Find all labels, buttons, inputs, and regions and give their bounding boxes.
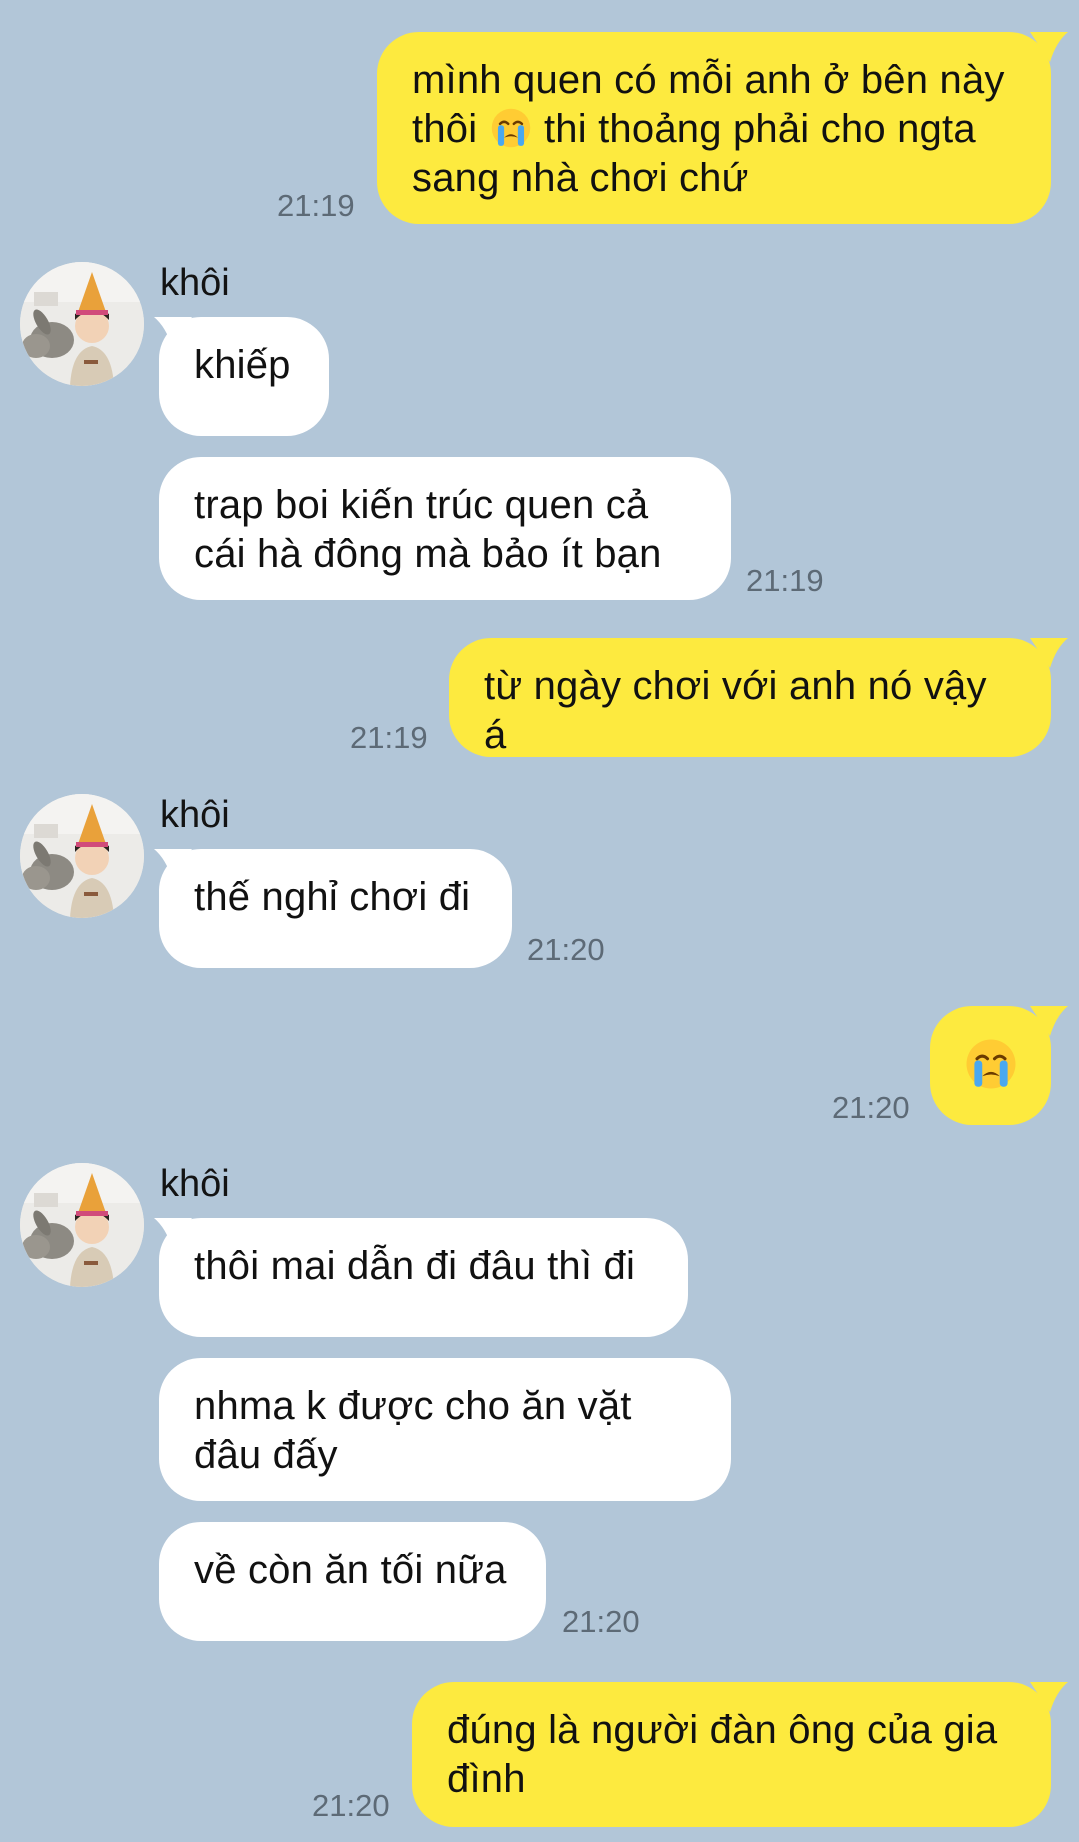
crying-face-emoji-icon — [963, 1036, 1019, 1092]
message-text-line: nhma k được cho ăn vặt — [194, 1384, 632, 1428]
their-message-bubble[interactable]: thôi mai dẫn đi đâu thì đi — [159, 1218, 688, 1337]
message-timestamp: 21:19 — [350, 720, 428, 755]
message-text: từ ngày chơi với anh nó vậy á — [484, 664, 987, 757]
contact-avatar[interactable] — [20, 262, 144, 386]
bubble-tail-icon — [1030, 638, 1068, 668]
their-message-bubble[interactable]: thế nghỉ chơi đi — [159, 849, 512, 968]
message-text-line: đâu đấy — [194, 1433, 338, 1477]
message-text: thôi mai dẫn đi đâu thì đi — [194, 1244, 636, 1288]
bubble-tail-icon — [1030, 1006, 1068, 1036]
avatar-icon — [20, 1163, 144, 1287]
avatar-icon — [20, 794, 144, 918]
their-message-bubble[interactable]: nhma k được cho ăn vặt đâu đấy — [159, 1358, 731, 1501]
message-timestamp: 21:20 — [527, 932, 605, 967]
avatar-icon — [20, 262, 144, 386]
my-message-bubble[interactable]: từ ngày chơi với anh nó vậy á — [449, 638, 1051, 757]
message-text-line: trap boi kiến trúc quen cả — [194, 483, 649, 527]
message-text: về còn ăn tối nữa — [194, 1548, 507, 1592]
sender-name: khôi — [160, 262, 230, 304]
my-message-bubble[interactable]: mình quen có mỗi anh ở bên này thôi thi … — [377, 32, 1051, 224]
message-timestamp: 21:20 — [832, 1090, 910, 1125]
my-message-bubble[interactable]: đúng là người đàn ông của gia đình — [412, 1682, 1051, 1827]
message-text: khiếp — [194, 343, 291, 387]
message-text-line: thôi thi thoảng phải cho ngta — [412, 106, 976, 151]
message-timestamp: 21:20 — [312, 1788, 390, 1823]
message-text-line: đúng là người đàn ông của gia — [447, 1708, 998, 1752]
message-text-line: mình quen có mỗi anh ở bên này — [412, 58, 1005, 102]
bubble-tail-icon — [1030, 1682, 1068, 1712]
message-text-line: sang nhà chơi chứ — [412, 156, 749, 200]
bubble-tail-icon — [154, 849, 192, 879]
sender-name: khôi — [160, 1163, 230, 1205]
message-text-line: cái hà đông mà bảo ít bạn — [194, 532, 662, 576]
message-timestamp: 21:19 — [746, 563, 824, 598]
contact-avatar[interactable] — [20, 1163, 144, 1287]
their-message-bubble[interactable]: về còn ăn tối nữa — [159, 1522, 546, 1641]
sender-name: khôi — [160, 794, 230, 836]
message-timestamp: 21:19 — [277, 188, 355, 223]
contact-avatar[interactable] — [20, 794, 144, 918]
bubble-tail-icon — [1030, 32, 1068, 62]
crying-face-emoji-icon — [489, 106, 533, 150]
message-text: thế nghỉ chơi đi — [194, 875, 471, 919]
message-text-line: đình — [447, 1757, 526, 1801]
bubble-tail-icon — [154, 317, 192, 347]
bubble-tail-icon — [154, 1218, 192, 1248]
message-timestamp: 21:20 — [562, 1604, 640, 1639]
their-message-bubble[interactable]: trap boi kiến trúc quen cả cái hà đông m… — [159, 457, 731, 600]
